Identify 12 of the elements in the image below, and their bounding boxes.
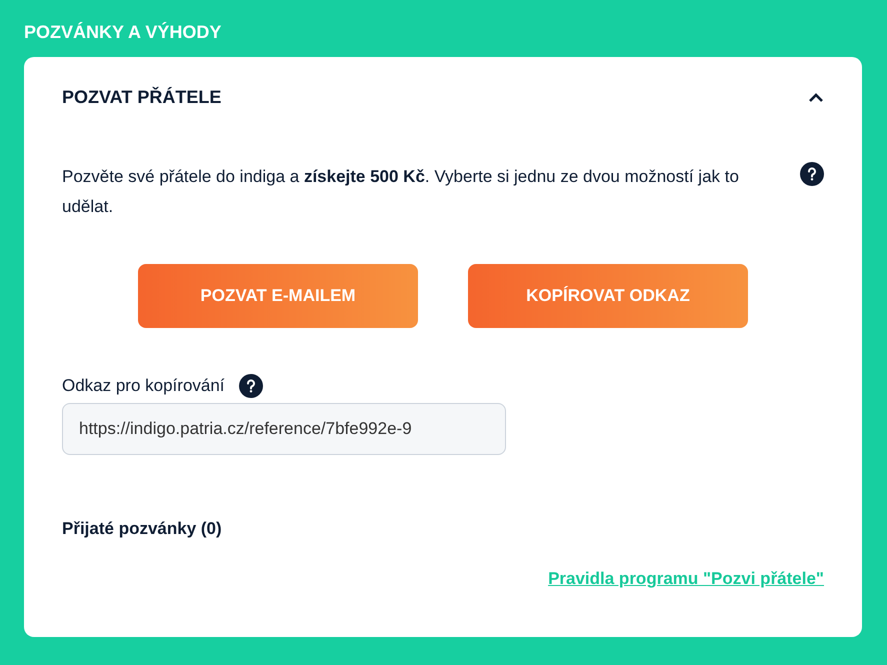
- invite-email-button[interactable]: POZVAT E-MAILEM: [138, 264, 418, 328]
- help-icon[interactable]: [238, 374, 263, 398]
- copy-link-button[interactable]: KOPÍROVAT ODKAZ: [468, 264, 748, 328]
- section-title: POZVAT PŘÁTELE: [62, 87, 222, 108]
- intro-text: Pozvěte své přátele do indiga a získejte 500 Kč. Vyberte si jednu ze dvou možností jak to udělat.: [62, 166, 740, 218]
- page-title: POZVÁNKY A VÝHODY: [24, 21, 222, 44]
- received-invitations: Přijaté pozvánky (0): [62, 519, 223, 539]
- chevron-icon[interactable]: [808, 92, 824, 102]
- help-icon[interactable]: [800, 162, 824, 186]
- link-field[interactable]: https://indigo.patria.cz/reference/7bfe992e-9: [62, 403, 506, 455]
- rules-link[interactable]: Pravidla programu "Pozvi přátele": [548, 569, 824, 589]
- field-label: Odkaz pro kopírování: [62, 376, 225, 396]
